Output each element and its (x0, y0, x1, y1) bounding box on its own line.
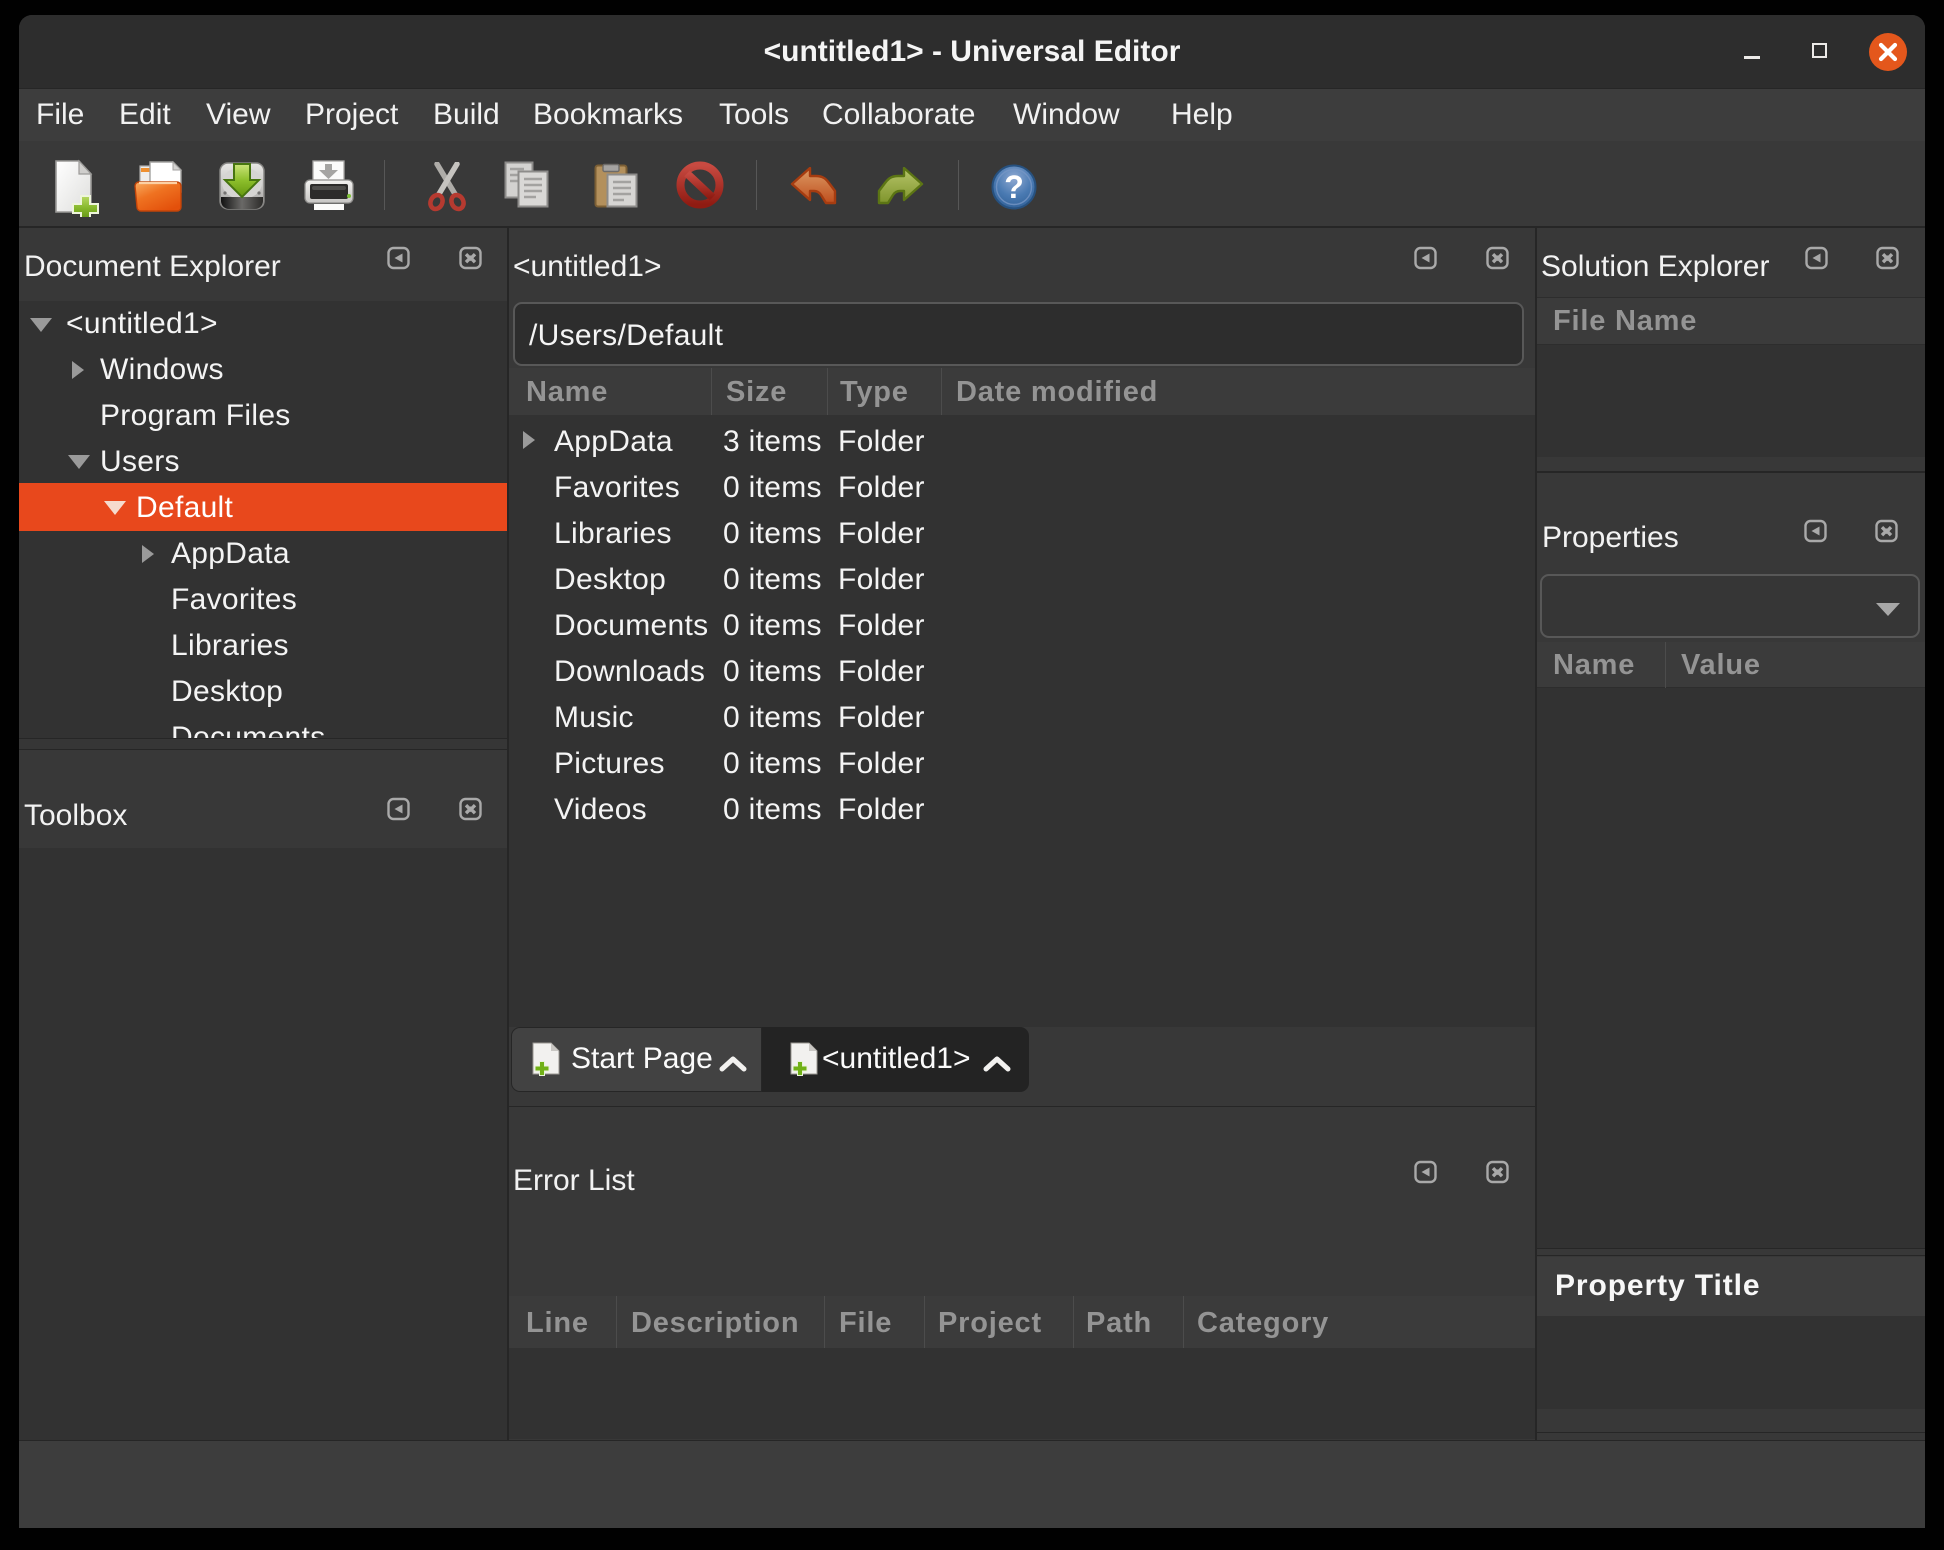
svg-text:?: ? (1004, 169, 1024, 205)
